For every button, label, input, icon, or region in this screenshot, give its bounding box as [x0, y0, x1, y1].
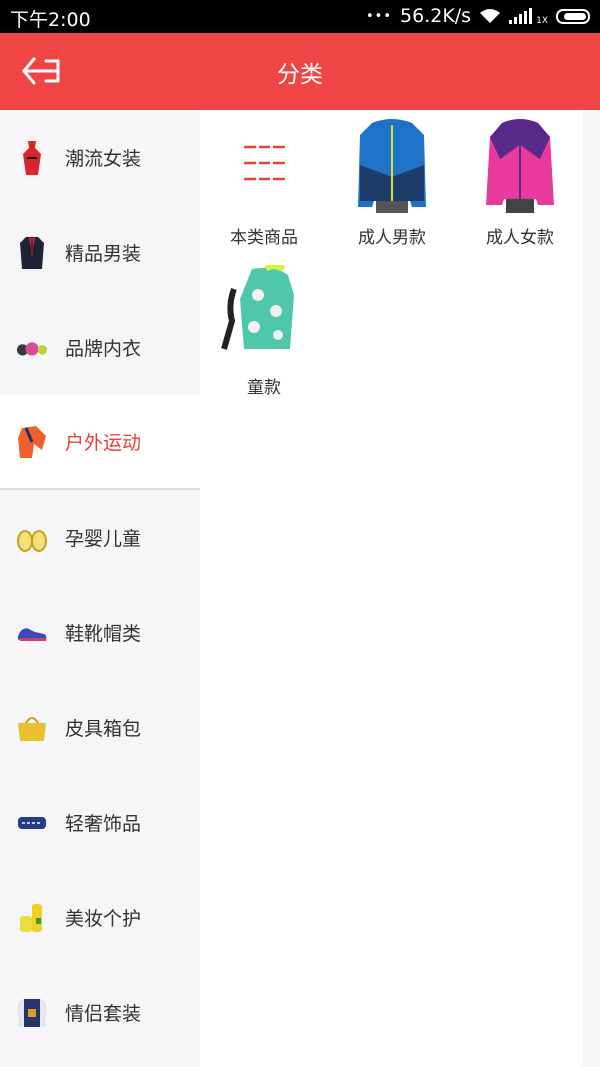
underwear-icon	[16, 326, 48, 370]
sidebar-item-label: 美妆个护	[65, 908, 142, 930]
sidebar-item-accessories[interactable]: 轻奢饰品	[0, 775, 200, 870]
sidebar-item-label: 皮具箱包	[65, 718, 142, 740]
wifi-icon	[480, 9, 501, 23]
network-speed: 56.2K/s	[400, 5, 472, 27]
sidebar-item-baby[interactable]: 孕婴儿童	[0, 490, 200, 585]
sidebar-item-underwear[interactable]: 品牌内衣	[0, 300, 200, 395]
mens-suit-icon	[16, 231, 48, 275]
sidebar-item-label: 孕婴儿童	[65, 528, 142, 550]
sidebar-item-mens[interactable]: 精品男装	[0, 205, 200, 300]
sidebar-item-bags[interactable]: 皮具箱包	[0, 680, 200, 775]
sidebar-item-label: 轻奢饰品	[65, 813, 142, 835]
sidebar-item-couple[interactable]: 情侣套装	[0, 965, 200, 1060]
subcategory-kids[interactable]: 童款	[200, 265, 328, 405]
sim-label: 1X	[536, 16, 548, 26]
status-icons: ••• 56.2K/s 1X	[366, 5, 590, 27]
subcategory-label: 成人女款	[486, 228, 554, 248]
subcategory-panel: 本类商品 成人男款 成人女款 童款	[200, 110, 583, 1067]
status-time: 下午2:00	[10, 9, 91, 31]
couple-jacket-icon	[16, 991, 48, 1035]
bracelet-icon	[16, 801, 48, 845]
sidebar-item-label: 户外运动	[65, 432, 142, 454]
grid-lines-icon	[244, 145, 285, 181]
signal-icon	[509, 8, 533, 24]
sidebar-item-label: 品牌内衣	[65, 338, 142, 360]
baby-shoes-icon	[16, 516, 48, 560]
subcategory-label: 成人男款	[358, 228, 426, 248]
subcategory-men[interactable]: 成人男款	[328, 115, 456, 255]
outdoor-jacket-icon	[16, 420, 48, 464]
womens-dress-icon	[16, 136, 48, 180]
subcategory-label: 童款	[247, 378, 281, 398]
subcategory-women[interactable]: 成人女款	[456, 115, 584, 255]
notification-dots: •••	[366, 8, 393, 24]
battery-icon	[556, 8, 590, 24]
blue-jacket-icon	[358, 119, 426, 213]
sidebar-item-label: 情侣套装	[65, 1003, 142, 1025]
subcategory-label: 本类商品	[230, 228, 298, 248]
pink-jacket-icon	[486, 119, 554, 213]
top-app-bar: 分类	[0, 33, 600, 110]
page-title: 分类	[277, 62, 323, 88]
sidebar-item-shoes[interactable]: 鞋靴帽类	[0, 585, 200, 680]
category-sidebar: 潮流女装 精品男装 品牌内衣 户外运动 孕婴儿童 鞋靴帽类 皮具箱包 轻奢饰品 …	[0, 110, 200, 1067]
sidebar-item-beauty[interactable]: 美妆个护	[0, 870, 200, 965]
sidebar-item-label: 精品男装	[65, 243, 142, 265]
sneaker-icon	[16, 611, 48, 655]
subcategory-all[interactable]: 本类商品	[200, 115, 328, 255]
sidebar-item-label: 潮流女装	[65, 148, 142, 170]
sidebar-item-outdoor[interactable]: 户外运动	[0, 395, 200, 490]
status-bar: 下午2:00 ••• 56.2K/s 1X	[0, 0, 600, 33]
kids-jacket-icon	[221, 265, 294, 350]
sidebar-item-womens[interactable]: 潮流女装	[0, 110, 200, 205]
handbag-icon	[16, 706, 48, 750]
sidebar-item-label: 鞋靴帽类	[65, 623, 142, 645]
cosmetics-bottle-icon	[16, 896, 48, 940]
